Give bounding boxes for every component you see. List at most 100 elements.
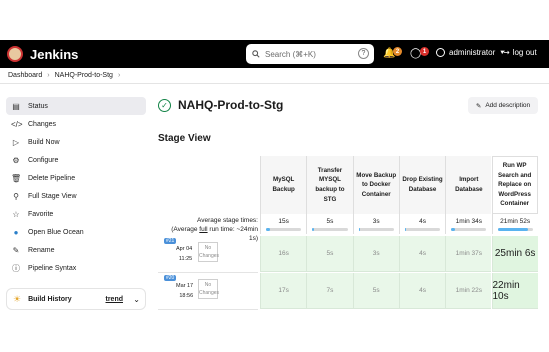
breadcrumb: Dashboard › NAHQ-Prod-to-Stg › bbox=[0, 68, 549, 84]
stage-header: Run WP Search and Replace on WordPress C… bbox=[491, 156, 538, 214]
build-date-time: 11:25 bbox=[178, 255, 193, 262]
stage-header: MySQL Backup bbox=[260, 156, 307, 214]
stage-average-bar-fill bbox=[497, 228, 528, 231]
stage-average-time: 5s bbox=[306, 214, 352, 234]
stage-run-cell[interactable]: 4s bbox=[398, 236, 446, 272]
stage-header: Move Backup to Docker Container bbox=[352, 156, 399, 214]
user-name: administrator bbox=[449, 48, 496, 57]
star-icon: ☆ bbox=[12, 209, 20, 219]
stage-average-value: 21min 52s bbox=[500, 218, 531, 225]
stage-average-bar-fill bbox=[266, 228, 270, 231]
jenkins-butler-icon bbox=[7, 46, 23, 62]
breadcrumb-separator-icon: › bbox=[117, 72, 121, 79]
sidebar: ▤ Status </> Changes ▷ Build Now ⚙ Confi… bbox=[6, 97, 146, 277]
build-history-panel[interactable]: ☀ Build History trend ⌄ bbox=[6, 288, 146, 310]
full-run-link[interactable]: full bbox=[199, 226, 207, 233]
breadcrumb-separator-icon: › bbox=[47, 72, 50, 79]
code-icon: </> bbox=[11, 119, 23, 129]
stage-run-cell[interactable]: 4s bbox=[398, 273, 446, 309]
jenkins-page: Jenkins Search (⌘+K) ? 🔔 2 ◯ 1 administr… bbox=[0, 0, 549, 352]
stage-average-bar bbox=[312, 228, 348, 231]
build-number[interactable]: #20 bbox=[164, 275, 177, 281]
sidebar-item-open-blue-ocean[interactable]: ● Open Blue Ocean bbox=[6, 223, 146, 241]
security-badge: 1 bbox=[420, 47, 429, 56]
build-date-day: Mar 17 bbox=[176, 283, 194, 289]
status-icon: ▤ bbox=[12, 101, 20, 111]
user-menu[interactable]: administrator ▼ bbox=[436, 48, 505, 57]
breadcrumb-dashboard[interactable]: Dashboard bbox=[8, 72, 42, 79]
breadcrumb-job[interactable]: NAHQ-Prod-to-Stg bbox=[55, 72, 113, 79]
build-date-time: 18:56 bbox=[179, 292, 194, 299]
build-history-trend-link[interactable]: trend bbox=[106, 296, 124, 303]
logout-label: log out bbox=[512, 48, 537, 57]
sidebar-item-configure[interactable]: ⚙ Configure bbox=[6, 151, 146, 169]
sidebar-item-build-now[interactable]: ▷ Build Now bbox=[6, 133, 146, 151]
stage-average-value: 4s bbox=[419, 218, 426, 225]
sidebar-item-changes[interactable]: </> Changes bbox=[6, 115, 146, 133]
stage-average-bar bbox=[404, 228, 441, 231]
build-date: Mar 17 18:56 bbox=[176, 282, 193, 302]
sidebar-item-rename[interactable]: ✎ Rename bbox=[6, 241, 146, 259]
search-box[interactable]: Search (⌘+K) ? bbox=[246, 44, 374, 64]
stage-run-cell[interactable]: 1min 37s bbox=[445, 236, 492, 272]
stage-run-cell[interactable]: 25min 6s bbox=[491, 236, 538, 272]
stage-average-bar-fill bbox=[404, 228, 407, 231]
stage-run-cell[interactable]: 16s bbox=[260, 236, 307, 272]
stage-average-value: 1min 34s bbox=[455, 218, 483, 225]
sidebar-item-full-stage-view[interactable]: ⚲ Full Stage View bbox=[6, 187, 146, 205]
logout-link[interactable]: ↪ log out bbox=[503, 48, 537, 57]
stage-average-time: 4s bbox=[398, 214, 445, 234]
jenkins-logo[interactable]: Jenkins bbox=[7, 46, 78, 62]
trash-icon: 🗑 bbox=[11, 173, 22, 183]
build-date: Apr 04 11:25 bbox=[176, 245, 192, 265]
stage-run-cell[interactable]: 22min 10s bbox=[491, 273, 538, 309]
job-title-row: ✓ NAHQ-Prod-to-Stg bbox=[158, 98, 283, 112]
pencil-icon: ✎ bbox=[12, 245, 20, 255]
sidebar-item-delete-pipeline[interactable]: 🗑 Delete Pipeline bbox=[6, 169, 146, 187]
stage-run-cell[interactable]: 7s bbox=[306, 273, 353, 309]
build-date-day: Apr 04 bbox=[176, 246, 193, 252]
search-icon: ⚲ bbox=[13, 191, 19, 201]
stage-average-bar bbox=[497, 228, 533, 231]
logout-icon: ↪ bbox=[503, 48, 510, 57]
sidebar-item-favorite[interactable]: ☆ Favorite bbox=[6, 205, 146, 223]
chevron-down-icon[interactable]: ⌄ bbox=[133, 295, 140, 304]
success-check-icon: ✓ bbox=[158, 98, 171, 112]
stage-run-cell[interactable]: 5s bbox=[352, 273, 399, 309]
stage-average-bar bbox=[358, 228, 394, 231]
build-number[interactable]: #21 bbox=[164, 238, 177, 244]
no-changes-label: No Changes bbox=[198, 242, 219, 262]
stage-average-bar-fill bbox=[312, 228, 315, 231]
stage-run-cell[interactable]: 1min 22s bbox=[445, 273, 492, 309]
stage-run-cell[interactable]: 17s bbox=[260, 273, 307, 309]
stage-average-time: 21min 52s bbox=[491, 214, 538, 234]
stage-average-value: 15s bbox=[278, 218, 289, 225]
sidebar-item-status[interactable]: ▤ Status bbox=[6, 97, 146, 115]
blue-ocean-icon: ● bbox=[13, 227, 19, 237]
build-row-label[interactable]: #21 Apr 04 11:25 No Changes bbox=[162, 236, 258, 272]
top-header: Jenkins Search (⌘+K) ? 🔔 2 ◯ 1 administr… bbox=[0, 40, 549, 68]
stage-view-title: Stage View bbox=[158, 133, 211, 144]
build-history-title: Build History bbox=[28, 295, 72, 303]
stage-average-bar-fill bbox=[451, 228, 456, 231]
stage-average-time: 15s bbox=[260, 214, 306, 234]
app-name: Jenkins bbox=[30, 46, 79, 62]
stage-average-value: 5s bbox=[326, 218, 334, 225]
stage-run-cell[interactable]: 3s bbox=[352, 236, 399, 272]
stage-average-bar-fill bbox=[358, 228, 360, 231]
stage-average-bar bbox=[451, 228, 487, 231]
add-description-button[interactable]: ✎ Add description bbox=[468, 97, 538, 114]
user-avatar-icon bbox=[436, 48, 445, 57]
help-icon[interactable]: ? bbox=[358, 48, 369, 59]
stage-average-time: 3s bbox=[352, 214, 399, 234]
search-icon bbox=[252, 50, 260, 58]
play-icon: ▷ bbox=[12, 137, 20, 147]
gear-icon: ⚙ bbox=[12, 155, 20, 165]
stage-average-time: 1min 34s bbox=[445, 214, 491, 234]
pencil-icon: ✎ bbox=[475, 102, 482, 110]
sidebar-item-pipeline-syntax[interactable]: ⓘ Pipeline Syntax bbox=[6, 259, 146, 277]
stage-run-cell[interactable]: 5s bbox=[306, 236, 353, 272]
build-row-label[interactable]: #20 Mar 17 18:56 No Changes bbox=[162, 273, 258, 309]
stage-average-bar bbox=[266, 228, 302, 231]
help-icon: ⓘ bbox=[12, 263, 20, 273]
